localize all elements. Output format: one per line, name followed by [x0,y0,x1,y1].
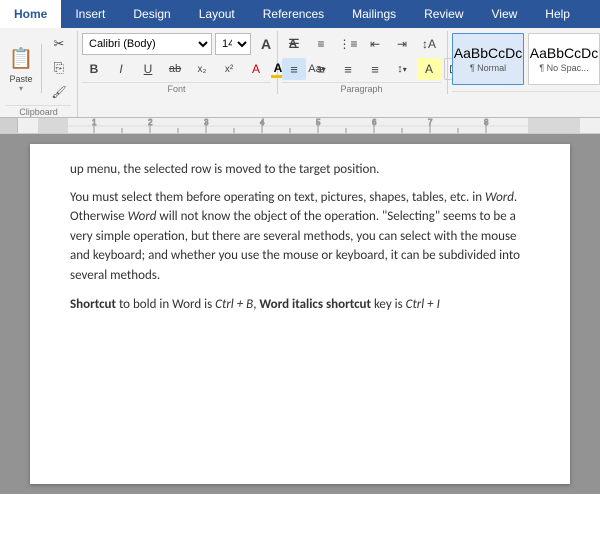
tab-mailings[interactable]: Mailings [338,0,410,28]
cut-button[interactable]: ✂ [47,33,71,55]
paste-button[interactable]: 📋 [6,44,36,74]
tab-references[interactable]: References [249,0,338,28]
line-spacing-button[interactable]: ↕▾ [390,58,414,80]
svg-text:1: 1 [92,118,97,127]
clipboard-group: 📋 Paste ▾ ✂ ⎘ 🖌 Clipboard [2,31,78,117]
svg-text:5: 5 [316,118,321,127]
paste-dropdown[interactable]: ▾ [19,84,23,93]
sort-button[interactable]: ↕A [417,33,441,55]
ruler-marks: 1 2 3 4 5 6 7 8 [38,118,580,134]
increase-font-button[interactable]: A [254,33,278,55]
ruler: 1 2 3 4 5 6 7 8 [0,118,600,134]
italic-button[interactable]: I [109,58,133,80]
tab-home[interactable]: Home [0,0,61,28]
style-no-spacing-preview: AaBbCcDc [530,45,598,61]
tab-help[interactable]: Help [531,0,584,28]
align-left-button[interactable]: ≡ [282,58,306,80]
paste-label: Paste [9,74,32,84]
svg-text:7: 7 [428,118,433,127]
decrease-indent-button[interactable]: ⇤ [363,33,387,55]
bold-button[interactable]: B [82,58,106,80]
style-normal[interactable]: AaBbCcDc ¶ Normal [452,33,524,85]
shading-button[interactable]: A [417,58,441,80]
clipboard-label: Clipboard [6,105,71,117]
style-no-spacing[interactable]: AaBbCcDc ¶ No Spac... [528,33,600,85]
styles-label: Styles [452,91,600,103]
multilevel-list-button[interactable]: ⋮≡ [336,33,360,55]
copy-button[interactable]: ⎘ [47,57,71,79]
paragraph-label: Paragraph [282,82,441,94]
style-normal-preview: AaBbCcDc [454,45,522,61]
styles-group: AaBbCcDc ¶ Normal AaBbCcDc ¶ No Spac... … [448,31,600,103]
style-normal-label: ¶ Normal [470,63,506,73]
format-painter-button[interactable]: 🖌 [47,81,71,103]
style-no-spacing-label: ¶ No Spac... [539,63,588,73]
doc-main-paragraph: You must select them before operating on… [70,188,530,286]
superscript-button[interactable]: x² [217,58,241,80]
svg-text:6: 6 [372,118,377,127]
ribbon-bar: 📋 Paste ▾ ✂ ⎘ 🖌 Clipboard Calibri (Body)… [0,28,600,118]
numbered-list-button[interactable]: ≡ [309,33,333,55]
tab-review[interactable]: Review [410,0,477,28]
svg-text:3: 3 [204,118,209,127]
tab-view[interactable]: View [478,0,532,28]
doc-shortcut-line: Shortcut to bold in Word is Ctrl + B, Wo… [70,295,530,315]
clear-format-button[interactable]: A [244,58,268,80]
bullets-button[interactable]: ☰ [282,33,306,55]
tab-layout[interactable]: Layout [185,0,249,28]
ribbon-tabs: Home Insert Design Layout References Mai… [0,0,600,28]
strikethrough-button[interactable]: ab [163,58,187,80]
svg-text:8: 8 [484,118,489,127]
paragraph-group: ☰ ≡ ⋮≡ ⇤ ⇥ ↕A ¶ ≡ ≡ ≡ ≡ ↕▾ A ⊡▾ Paragrap… [278,31,448,94]
tab-insert[interactable]: Insert [61,0,119,28]
increase-indent-button[interactable]: ⇥ [390,33,414,55]
font-size-select[interactable]: 14 [215,33,251,55]
tab-design[interactable]: Design [119,0,184,28]
font-label: Font [82,82,271,94]
underline-button[interactable]: U [136,58,160,80]
font-name-select[interactable]: Calibri (Body) [82,33,212,55]
justify-button[interactable]: ≡ [363,58,387,80]
subscript-button[interactable]: x₂ [190,58,214,80]
svg-text:2: 2 [148,118,153,127]
font-group: Calibri (Body) 14 A A B I U ab x₂ x² A A [78,31,278,94]
align-right-button[interactable]: ≡ [336,58,360,80]
document-page[interactable]: up menu, the selected row is moved to th… [30,144,570,484]
svg-text:4: 4 [260,118,265,127]
doc-partial-text: up menu, the selected row is moved to th… [70,160,530,180]
document-area: up menu, the selected row is moved to th… [0,134,600,494]
align-center-button[interactable]: ≡ [309,58,333,80]
